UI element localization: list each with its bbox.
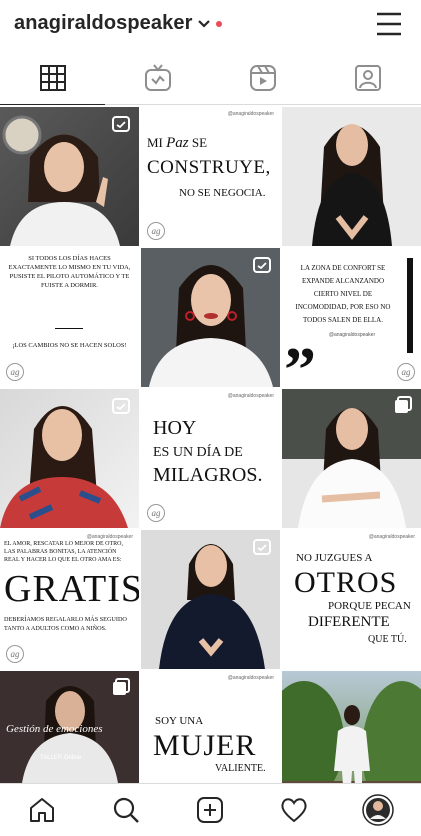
igtv-badge-icon bbox=[253, 539, 271, 555]
profile-tabs bbox=[0, 52, 421, 105]
post-15-photo[interactable] bbox=[282, 671, 421, 783]
post-4-quote[interactable]: SI TODOS LOS DÍAS HACES EXACTAMENTE LO MI… bbox=[0, 248, 139, 387]
woman-photo bbox=[312, 124, 392, 246]
post-6-quote[interactable]: LA ZONA DE CONFORT SE EXPANDE ALCANZANDO C… bbox=[282, 248, 421, 387]
tab-posts-grid[interactable] bbox=[0, 52, 105, 105]
tagged-icon bbox=[354, 65, 381, 91]
quote-line: OTROS bbox=[294, 566, 398, 599]
tab-tagged[interactable] bbox=[315, 52, 420, 104]
watermark-logo: ag bbox=[6, 363, 24, 381]
divider bbox=[55, 328, 83, 329]
quote-line: SOY UNA bbox=[155, 715, 204, 727]
nav-home[interactable] bbox=[0, 784, 84, 836]
quote-line: QUE TÚ. bbox=[368, 634, 407, 645]
tab-reels[interactable] bbox=[210, 52, 315, 104]
activity-heart-icon bbox=[281, 798, 307, 823]
quote-line: ES UN DÍA DE bbox=[153, 445, 243, 460]
workshop-subtitle: TALLER Online bbox=[40, 755, 82, 761]
quote-text: EL AMOR, RESCATAR LO MEJOR DE OTRO, LAS P… bbox=[4, 541, 123, 563]
post-7-video[interactable] bbox=[0, 389, 139, 528]
post-handle: @anagiraldospeaker bbox=[328, 332, 376, 338]
quote-text: DEBERÍAMOS REGALARLO MÁS SEGUIDO TANTO A … bbox=[4, 616, 127, 632]
home-icon bbox=[30, 798, 54, 822]
post-2-quote[interactable]: @anagiraldospeaker MI Paz SE CONSTRUYE, … bbox=[141, 107, 280, 246]
watermark-logo: ag bbox=[6, 645, 24, 663]
post-11-video[interactable] bbox=[141, 530, 280, 669]
post-13-photo[interactable]: Gestión de emociones TALLER Online bbox=[0, 671, 139, 783]
nav-activity[interactable] bbox=[252, 784, 336, 836]
quote-bar bbox=[407, 258, 413, 353]
hamburger-menu-icon[interactable] bbox=[375, 11, 403, 37]
igtv-badge-icon bbox=[112, 116, 130, 132]
quote-line: VALIENTE. bbox=[215, 763, 266, 774]
quote-line: NO JUZGUES A bbox=[296, 552, 373, 564]
profile-header: anagiraldospeaker bbox=[0, 0, 421, 52]
post-5-video[interactable] bbox=[141, 248, 280, 387]
quote-marks-icon: ” bbox=[284, 334, 316, 388]
post-handle: @anagiraldospeaker bbox=[368, 534, 415, 540]
post-handle: @anagiraldospeaker bbox=[227, 675, 274, 681]
bottom-navigation bbox=[0, 783, 421, 836]
watermark-logo: ag bbox=[147, 222, 165, 240]
quote-line: MI Paz SE bbox=[147, 135, 208, 151]
quote-line: MILAGROS. bbox=[153, 464, 263, 486]
quote-text: SI TODOS LOS DÍAS HACES EXACTAMENTE LO MI… bbox=[8, 255, 131, 289]
post-9-photo[interactable] bbox=[282, 389, 421, 528]
tab-igtv[interactable] bbox=[105, 52, 210, 104]
post-3-photo[interactable] bbox=[282, 107, 421, 246]
woman-photo bbox=[282, 681, 421, 783]
post-handle: @anagiraldospeaker bbox=[227, 111, 274, 117]
grid-icon bbox=[39, 65, 66, 91]
quote-text: LA ZONA DE CONFORT SE EXPANDE ALCANZANDO C… bbox=[295, 264, 391, 324]
post-14-quote[interactable]: @anagiraldospeaker SOY UNA MUJER VALIENT… bbox=[141, 671, 280, 783]
nav-profile[interactable] bbox=[336, 784, 420, 836]
quote-line: HOY bbox=[153, 417, 197, 439]
quote-line: NO SE NEGOCIA. bbox=[179, 187, 266, 199]
quote-line: PORQUE PECAN bbox=[328, 600, 411, 612]
quote-line: DIFERENTE bbox=[308, 614, 390, 630]
quote-text: ¡LOS CAMBIOS NO SE HACEN SOLOS! bbox=[12, 342, 127, 349]
post-1-video[interactable] bbox=[0, 107, 139, 246]
reels-icon bbox=[249, 65, 276, 91]
quote-line: MUJER bbox=[153, 729, 257, 762]
workshop-title: Gestión de emociones bbox=[6, 723, 103, 735]
search-icon bbox=[113, 797, 139, 823]
nav-new-post[interactable] bbox=[168, 784, 252, 836]
watermark-logo: ag bbox=[147, 504, 165, 522]
chevron-down-icon[interactable] bbox=[196, 16, 212, 32]
post-handle: @anagiraldospeaker bbox=[227, 393, 274, 399]
post-8-quote[interactable]: @anagiraldospeaker HOY ES UN DÍA DE MILA… bbox=[141, 389, 280, 528]
profile-avatar-icon bbox=[362, 794, 394, 826]
igtv-badge-icon bbox=[112, 398, 130, 414]
quote-line: CONSTRUYE, bbox=[147, 157, 271, 178]
nav-search[interactable] bbox=[84, 784, 168, 836]
watermark-logo: ag bbox=[397, 363, 415, 381]
new-post-icon bbox=[197, 797, 223, 823]
post-12-quote[interactable]: @anagiraldospeaker NO JUZGUES A OTROS PO… bbox=[282, 530, 421, 669]
post-10-quote[interactable]: @anagiraldospeaker EL AMOR, RESCATAR LO … bbox=[0, 530, 139, 669]
profile-username[interactable]: anagiraldospeaker bbox=[14, 12, 192, 35]
quote-line: GRATIS bbox=[4, 568, 139, 610]
igtv-badge-icon bbox=[253, 257, 271, 273]
multi-photo-icon bbox=[113, 678, 130, 695]
notification-dot bbox=[216, 21, 222, 27]
multi-photo-icon bbox=[395, 396, 412, 413]
posts-grid: @anagiraldospeaker MI Paz SE CONSTRUYE, … bbox=[0, 107, 421, 783]
igtv-icon bbox=[144, 64, 171, 91]
